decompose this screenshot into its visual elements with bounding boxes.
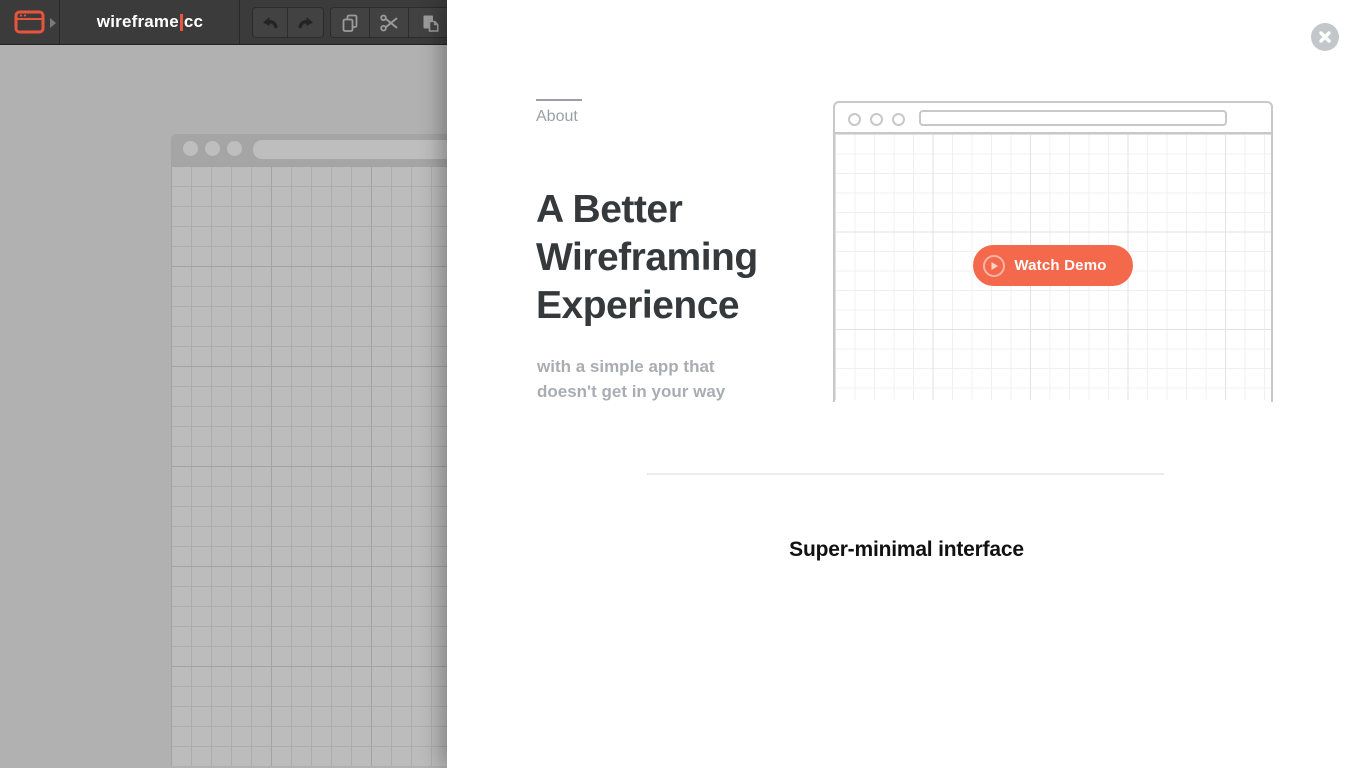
feature-title: Super-minimal interface	[447, 538, 1366, 562]
app-title-right: cc	[184, 12, 203, 32]
about-section-header: About	[536, 99, 582, 126]
watch-demo-label: Watch Demo	[1006, 257, 1115, 274]
copy-button[interactable]	[331, 8, 370, 37]
redo-icon	[295, 13, 317, 33]
undo-icon	[259, 13, 281, 33]
about-rule	[536, 99, 582, 101]
about-label: About	[536, 108, 582, 126]
redo-button[interactable]	[288, 8, 323, 37]
hero-subtitle: with a simple app that doesn't get in yo…	[537, 354, 725, 404]
window-dot-icon	[892, 113, 905, 126]
window-dot-icon	[227, 141, 242, 156]
app-title-left: wireframe	[97, 12, 179, 32]
browser-window-logo-icon	[13, 8, 47, 36]
hero-heading-line: A Better	[536, 188, 682, 231]
hero-heading-line: Wireframing	[536, 236, 758, 279]
mockup-address-bar	[919, 110, 1227, 126]
paste-button[interactable]	[409, 8, 448, 37]
cut-icon	[378, 12, 400, 34]
copy-icon	[339, 12, 361, 34]
hero-subtitle-line: with a simple app that	[537, 357, 715, 376]
window-dot-icon	[870, 113, 883, 126]
paste-icon	[418, 12, 440, 34]
about-overlay: About A Better Wireframing Experience wi…	[447, 0, 1366, 768]
app-root: wireframecc	[0, 0, 1366, 768]
app-title: wireframecc	[61, 0, 240, 44]
window-dot-icon	[183, 141, 198, 156]
watch-demo-button[interactable]: Watch Demo	[973, 245, 1133, 286]
app-logo-button[interactable]	[0, 0, 60, 44]
hero-subtitle-line: doesn't get in your way	[537, 382, 725, 401]
play-icon	[982, 254, 1006, 278]
history-button-group	[252, 7, 324, 38]
text-cursor-bar	[180, 14, 183, 31]
section-divider	[647, 473, 1164, 475]
undo-button[interactable]	[253, 8, 288, 37]
close-icon	[1318, 30, 1332, 44]
window-dot-icon	[848, 113, 861, 126]
caret-right-icon	[50, 18, 56, 28]
hero-heading: A Better Wireframing Experience	[536, 186, 836, 330]
cut-button[interactable]	[370, 8, 409, 37]
clipboard-button-group	[330, 7, 449, 38]
mockup-browser-chrome	[835, 103, 1271, 134]
close-button[interactable]	[1311, 23, 1339, 51]
hero-heading-line: Experience	[536, 284, 739, 327]
window-dot-icon	[205, 141, 220, 156]
